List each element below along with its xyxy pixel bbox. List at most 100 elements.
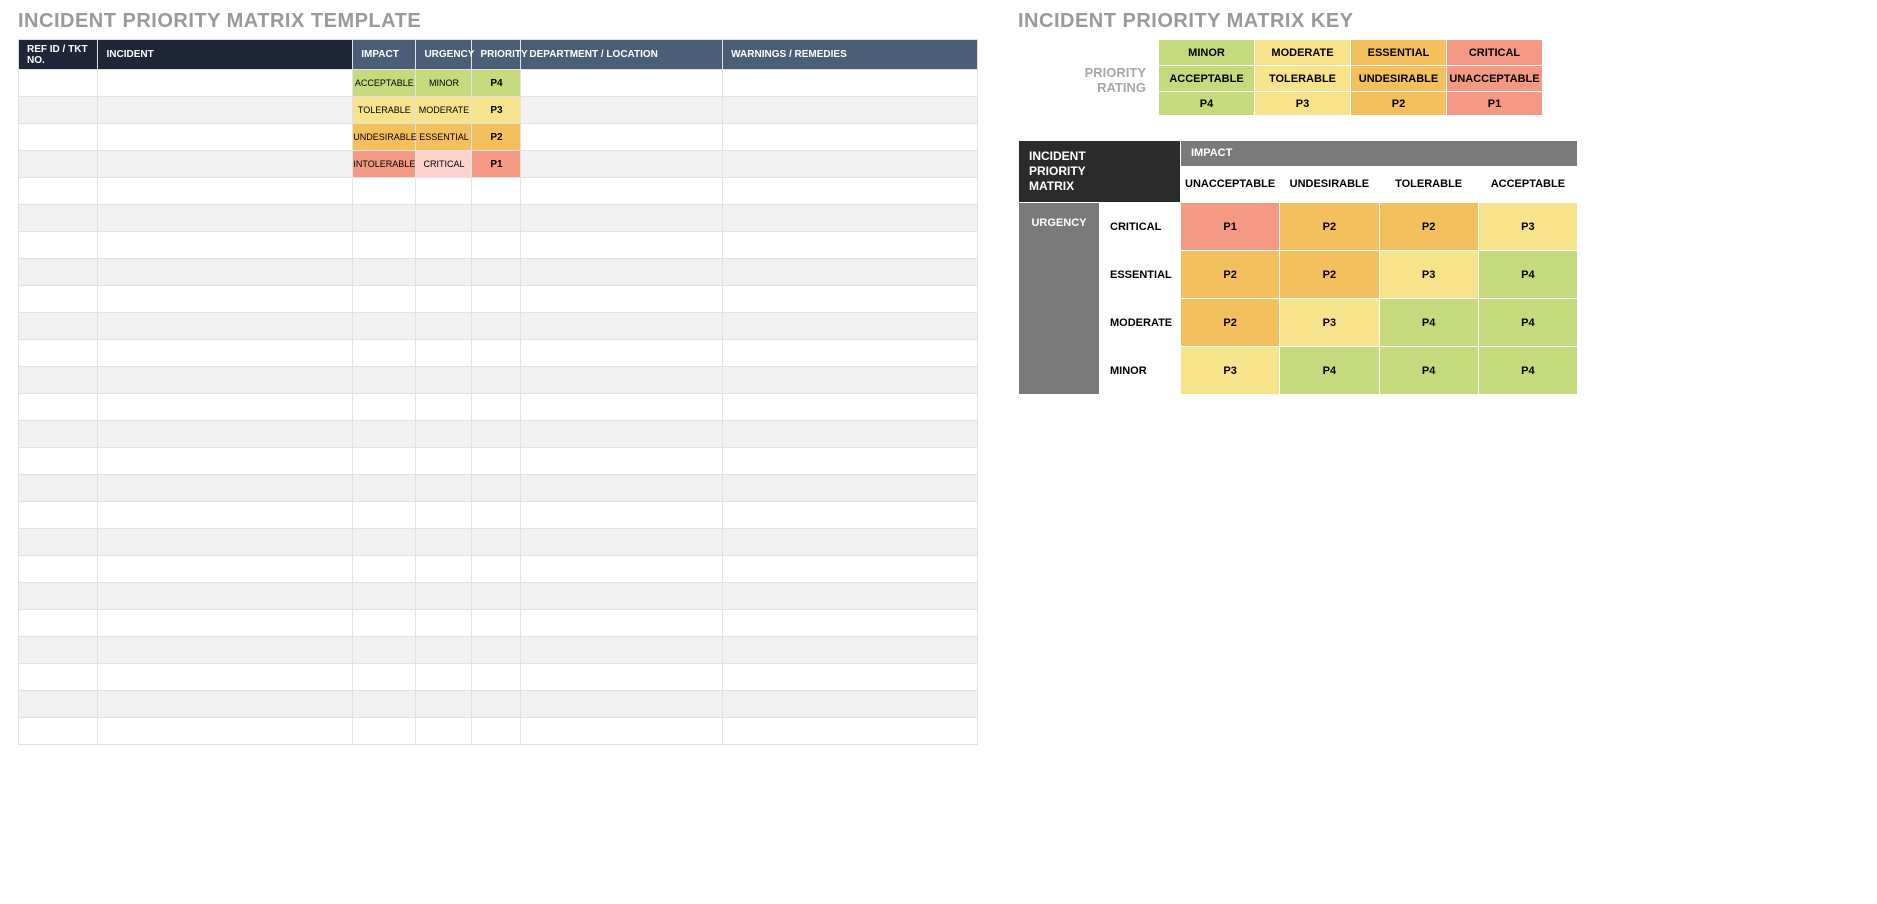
cell-urgency[interactable]: MINOR — [416, 70, 472, 97]
th-warnings: WARNINGS / REMEDIES — [723, 40, 978, 70]
cell-dept[interactable] — [521, 151, 723, 178]
cell-dept[interactable] — [521, 97, 723, 124]
table-row — [19, 664, 978, 691]
th-impact: IMPACT — [353, 40, 416, 70]
key-impact: UNACCEPTABLE — [1447, 66, 1543, 92]
cell-urgency[interactable]: CRITICAL — [416, 151, 472, 178]
table-row: TOLERABLEMODERATEP3 — [19, 97, 978, 124]
table-row — [19, 475, 978, 502]
table-row — [19, 232, 978, 259]
matrix-impact-col: UNACCEPTABLE — [1181, 166, 1280, 202]
cell-ref[interactable] — [19, 97, 98, 124]
priority-matrix: INCIDENT PRIORITY MATRIX IMPACT UNACCEPT… — [1018, 140, 1578, 395]
cell-urgency[interactable]: ESSENTIAL — [416, 124, 472, 151]
priority-rating-key: PRIORITY RATING MINORMODERATEESSENTIALCR… — [1018, 39, 1578, 116]
table-row: ACCEPTABLEMINORP4 — [19, 70, 978, 97]
matrix-cell: P1 — [1181, 203, 1280, 251]
priority-rating-label: PRIORITY RATING — [1018, 39, 1158, 116]
matrix-cell: P4 — [1478, 347, 1577, 395]
matrix-urgency-label: MINOR — [1100, 347, 1181, 395]
table-row — [19, 340, 978, 367]
table-row — [19, 502, 978, 529]
th-ref: REF ID / TKT NO. — [19, 40, 98, 70]
matrix-urgency-label: MODERATE — [1100, 299, 1181, 347]
cell-impact[interactable]: INTOLERABLE — [353, 151, 416, 178]
matrix-cell: P3 — [1478, 203, 1577, 251]
cell-incident[interactable] — [98, 97, 353, 124]
table-row — [19, 610, 978, 637]
cell-priority[interactable]: P2 — [472, 124, 521, 151]
table-row — [19, 718, 978, 745]
table-row — [19, 259, 978, 286]
table-row — [19, 205, 978, 232]
th-priority: PRIORITY — [472, 40, 521, 70]
cell-incident[interactable] — [98, 124, 353, 151]
cell-ref[interactable] — [19, 70, 98, 97]
cell-dept[interactable] — [521, 124, 723, 151]
key-priority: P2 — [1351, 92, 1447, 116]
cell-priority[interactable]: P1 — [472, 151, 521, 178]
cell-urgency[interactable]: MODERATE — [416, 97, 472, 124]
table-row — [19, 178, 978, 205]
cell-dept[interactable] — [521, 70, 723, 97]
table-row — [19, 691, 978, 718]
th-incident: INCIDENT — [98, 40, 353, 70]
cell-incident[interactable] — [98, 70, 353, 97]
th-dept: DEPARTMENT / LOCATION — [521, 40, 723, 70]
key-priority: P3 — [1255, 92, 1351, 116]
key-priority: P4 — [1159, 92, 1255, 116]
matrix-cell: P2 — [1280, 251, 1379, 299]
template-table: REF ID / TKT NO. INCIDENT IMPACT URGENCY… — [18, 39, 978, 745]
cell-priority[interactable]: P3 — [472, 97, 521, 124]
matrix-cell: P4 — [1379, 299, 1478, 347]
cell-warnings[interactable] — [723, 97, 978, 124]
key-name: MINOR — [1159, 40, 1255, 66]
matrix-cell: P2 — [1379, 203, 1478, 251]
table-row — [19, 448, 978, 475]
th-urgency: URGENCY — [416, 40, 472, 70]
matrix-impact-col: TOLERABLE — [1379, 166, 1478, 202]
cell-warnings[interactable] — [723, 70, 978, 97]
table-row: UNDESIRABLEESSENTIALP2 — [19, 124, 978, 151]
cell-incident[interactable] — [98, 151, 353, 178]
matrix-urgency-header: URGENCY — [1019, 203, 1100, 395]
matrix-cell: P4 — [1379, 347, 1478, 395]
key-name: CRITICAL — [1447, 40, 1543, 66]
key-name: ESSENTIAL — [1351, 40, 1447, 66]
matrix-cell: P2 — [1181, 251, 1280, 299]
matrix-cell: P4 — [1478, 251, 1577, 299]
table-row — [19, 394, 978, 421]
cell-impact[interactable]: UNDESIRABLE — [353, 124, 416, 151]
table-row — [19, 583, 978, 610]
key-title: INCIDENT PRIORITY MATRIX KEY — [1018, 10, 1578, 33]
matrix-corner: INCIDENT PRIORITY MATRIX — [1019, 141, 1181, 203]
table-row — [19, 367, 978, 394]
key-priority: P1 — [1447, 92, 1543, 116]
matrix-urgency-label: ESSENTIAL — [1100, 251, 1181, 299]
matrix-urgency-label: CRITICAL — [1100, 203, 1181, 251]
table-row — [19, 556, 978, 583]
matrix-impact-col: UNDESIRABLE — [1280, 166, 1379, 202]
cell-impact[interactable]: ACCEPTABLE — [353, 70, 416, 97]
cell-warnings[interactable] — [723, 124, 978, 151]
matrix-cell: P3 — [1379, 251, 1478, 299]
cell-warnings[interactable] — [723, 151, 978, 178]
matrix-cell: P4 — [1280, 347, 1379, 395]
key-name: MODERATE — [1255, 40, 1351, 66]
key-impact: UNDESIRABLE — [1351, 66, 1447, 92]
table-row — [19, 637, 978, 664]
cell-priority[interactable]: P4 — [472, 70, 521, 97]
cell-ref[interactable] — [19, 124, 98, 151]
matrix-cell: P3 — [1280, 299, 1379, 347]
key-impact: ACCEPTABLE — [1159, 66, 1255, 92]
cell-ref[interactable] — [19, 151, 98, 178]
key-impact: TOLERABLE — [1255, 66, 1351, 92]
cell-impact[interactable]: TOLERABLE — [353, 97, 416, 124]
matrix-row: MINORP3P4P4P4 — [1019, 347, 1578, 395]
matrix-cell: P4 — [1478, 299, 1577, 347]
table-row: INTOLERABLECRITICALP1 — [19, 151, 978, 178]
template-title: INCIDENT PRIORITY MATRIX TEMPLATE — [18, 10, 978, 33]
matrix-row: MODERATEP2P3P4P4 — [1019, 299, 1578, 347]
matrix-impact-header: IMPACT — [1181, 141, 1578, 167]
matrix-impact-col: ACCEPTABLE — [1478, 166, 1577, 202]
